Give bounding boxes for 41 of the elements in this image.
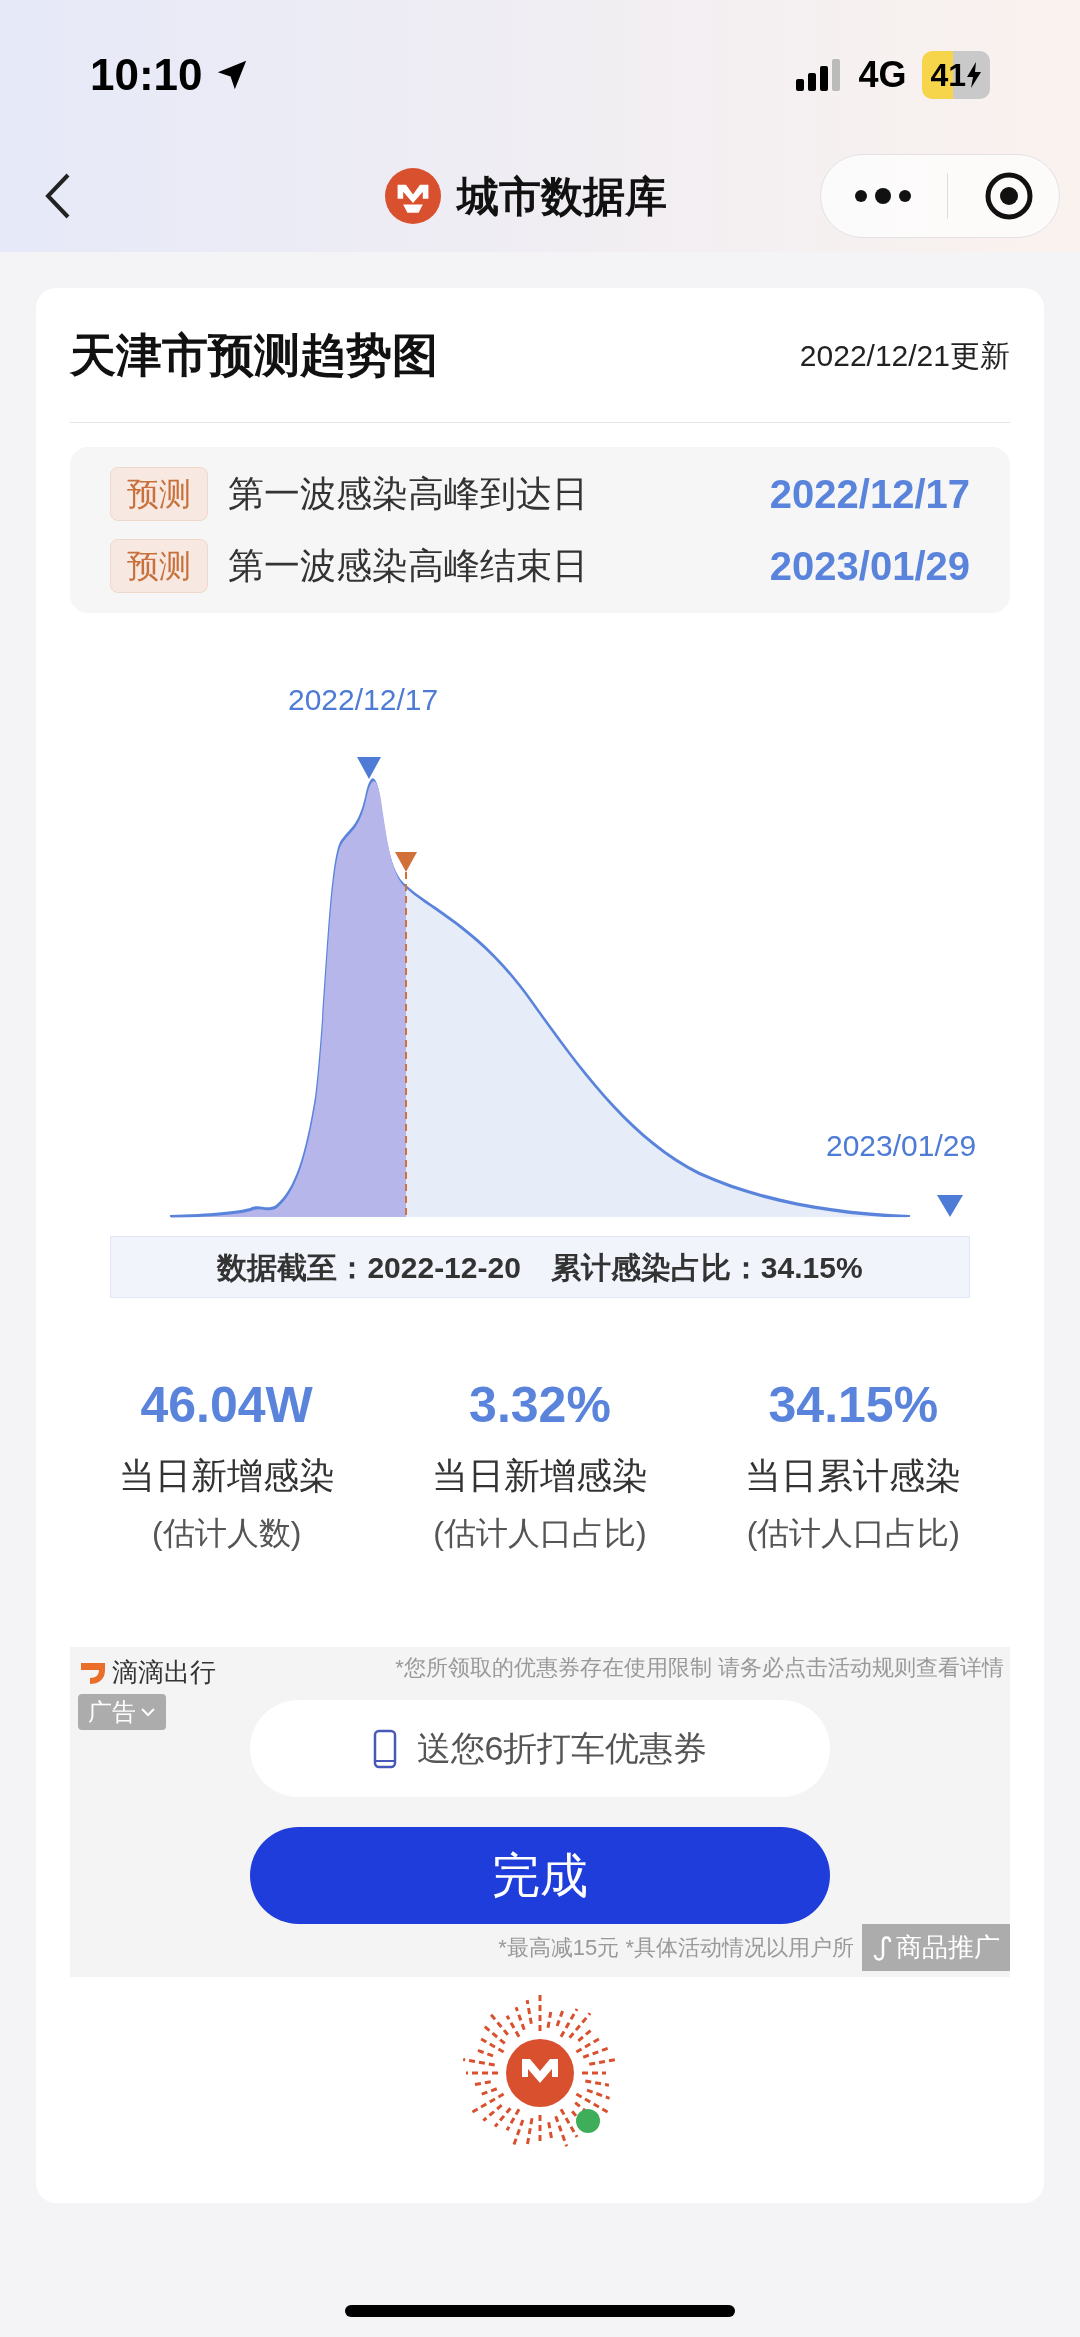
end-date-label: 2023/01/29 (826, 1128, 977, 1165)
signal-icon (796, 59, 843, 91)
update-date: 2022/12/21更新 (799, 337, 1010, 374)
more-icon[interactable] (855, 188, 911, 204)
prediction-date: 2023/01/29 (769, 543, 970, 591)
ad-bottom-note: *最高减15元 *具体活动情况以用户所 (498, 1934, 854, 1962)
battery-level: 41 (922, 51, 990, 99)
stat-label: 当日累计感染 (745, 1454, 962, 1498)
done-button[interactable]: 完成 (250, 1827, 830, 1924)
data-note: 数据截至：2022-12-20 (217, 1249, 521, 1286)
link-icon (872, 1934, 892, 1961)
stat-note: (估计人口占比) (746, 1514, 960, 1553)
network-type: 4G (858, 53, 907, 97)
page-title: 城市数据库 (457, 171, 667, 222)
close-target-icon[interactable] (984, 171, 1034, 221)
chevron-down-icon (140, 1707, 156, 1717)
app-logo-icon (385, 168, 441, 224)
ad-banner[interactable]: 滴滴出行 广告 *您所领取的优惠券存在使用限制 请务必点击活动规则查看详情 送您6折打车优惠券 完成 *最高减15元 *具体活动情况以用户所 商品推广 (70, 1647, 1010, 1977)
ad-top-note: *您所领取的优惠券存在使用限制 请务必点击活动规则查看详情 (395, 1654, 1004, 1682)
prediction-tag: 预测 (110, 539, 208, 594)
stat-label: 当日新增感染 (432, 1454, 648, 1498)
prediction-date: 2022/12/17 (769, 471, 970, 519)
end-marker-icon (937, 1195, 963, 1218)
prediction-label: 第一波感染高峰到达日 (228, 472, 588, 517)
prediction-label: 第一波感染高峰结束日 (228, 544, 588, 589)
today-marker-icon (395, 852, 417, 873)
data-note: 累计感染占比：34.15% (550, 1249, 863, 1286)
stat-value: 34.15% (768, 1376, 939, 1435)
peak-date-label: 2022/12/17 (288, 682, 439, 719)
status-time: 10:10 (90, 49, 203, 101)
brand-name: 滴滴出行 (112, 1656, 216, 1689)
stat-label: 当日新增感染 (118, 1454, 335, 1498)
stat-value: 46.04W (140, 1376, 313, 1435)
prediction-tag: 预测 (110, 467, 208, 522)
card-title: 天津市预测趋势图 (70, 327, 438, 383)
stat-note: (估计人数) (152, 1514, 302, 1553)
stat-note: (估计人口占比) (433, 1514, 647, 1553)
stat-value: 3.32% (469, 1376, 611, 1435)
charging-bolt-icon (966, 62, 982, 88)
coupon-text: 送您6折打车优惠券 (416, 1728, 708, 1769)
phone-icon (372, 1728, 397, 1769)
